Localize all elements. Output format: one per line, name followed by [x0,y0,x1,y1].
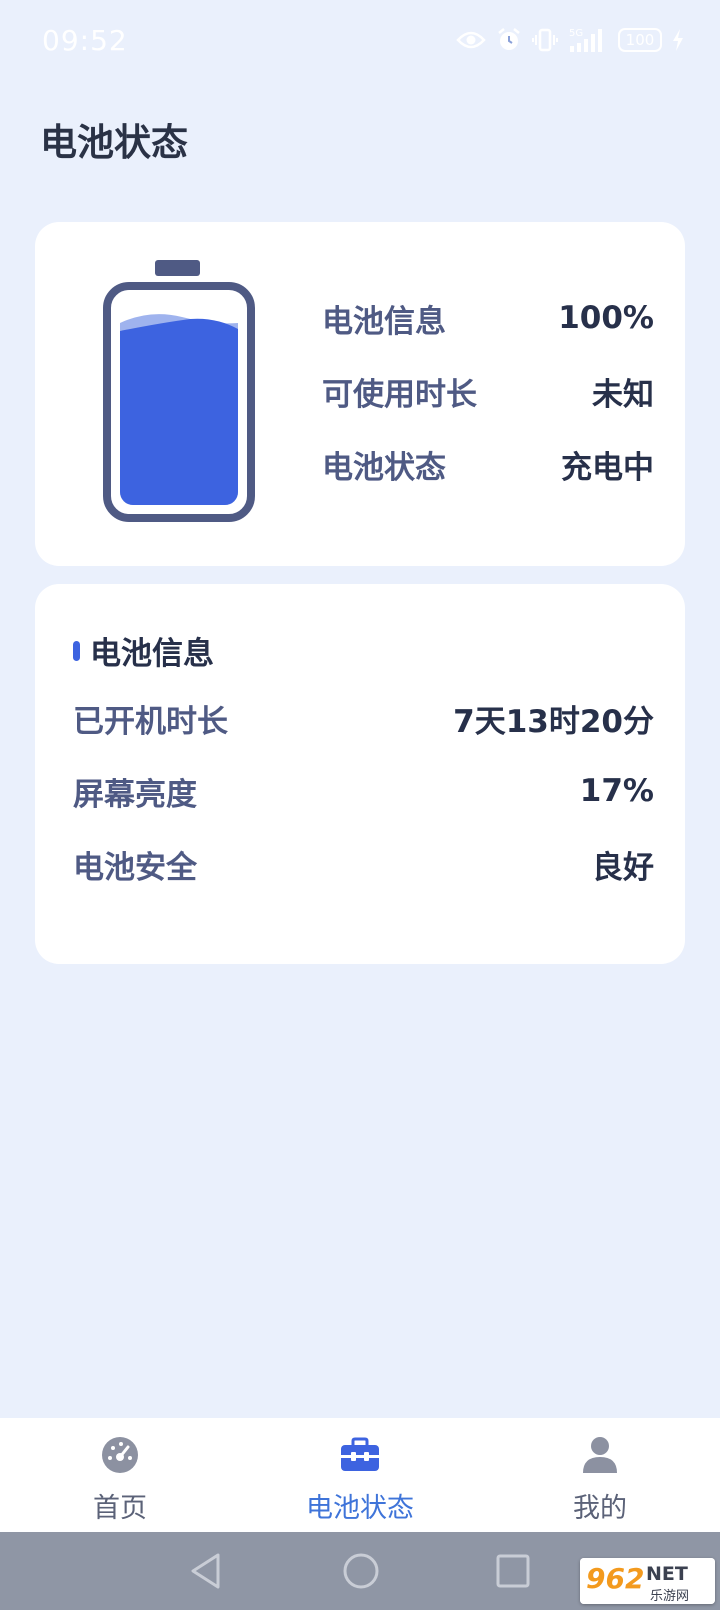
info-value: 17% [579,773,654,809]
overview-value: 100% [558,300,654,336]
signal-5g-icon: 5G [568,26,608,54]
bottom-nav: 首页 电池状态 我的 [0,1418,720,1532]
nav-item-battery-status[interactable]: 电池状态 [240,1418,480,1532]
battery-overview-card: 电池信息 100% 可使用时长 未知 电池状态 充电中 [35,222,685,566]
battery-icon: 100 [618,28,662,52]
charging-bolt-icon [672,29,684,51]
home-icon[interactable] [342,1552,380,1594]
overview-row-battery-info: 电池信息 100% [322,296,654,340]
watermark-brand: 962 [586,1562,644,1595]
user-icon [582,1434,618,1476]
info-row-battery-health: 电池安全 良好 [73,842,654,886]
nav-item-home[interactable]: 首页 [0,1418,240,1532]
info-row-uptime: 已开机时长 7天13时20分 [73,696,654,740]
battery-level-icon [103,260,255,526]
toolbox-icon [340,1434,380,1476]
nav-item-profile[interactable]: 我的 [480,1418,720,1532]
recents-icon[interactable] [495,1552,531,1594]
back-icon[interactable] [188,1552,224,1594]
watermark-subtitle: 乐游网 [650,1589,689,1604]
info-row-brightness: 屏幕亮度 17% [73,769,654,813]
status-icons: 5G 100 [456,26,684,54]
info-label: 已开机时长 [73,703,228,740]
battery-info-card: 电池信息 已开机时长 7天13时20分 屏幕亮度 17% 电池安全 良好 [35,584,685,964]
section-title-text: 电池信息 [90,636,214,672]
alarm-icon [496,27,522,53]
info-label: 屏幕亮度 [73,776,197,813]
nav-label: 我的 [573,1493,627,1524]
overview-label: 电池信息 [322,303,446,340]
info-value: 7天13时20分 [453,703,654,740]
watermark-suffix: NET [646,1563,688,1585]
nav-label: 首页 [93,1493,147,1524]
overview-row-usable-time: 可使用时长 未知 [322,369,654,413]
info-value: 良好 [592,849,654,886]
overview-label: 可使用时长 [322,376,477,413]
overview-value: 未知 [592,376,654,413]
eye-icon [456,30,486,50]
network-label: 5G [569,28,583,39]
overview-label: 电池状态 [322,449,446,486]
watermark-logo: 962 NET 乐游网 [580,1558,715,1604]
nav-label: 电池状态 [306,1493,414,1524]
page-title: 电池状态 [40,121,188,164]
dashboard-icon [101,1434,139,1476]
overview-value: 充电中 [561,449,654,486]
status-bar: 09:52 5G 100 [0,0,720,84]
overview-row-battery-status: 电池状态 充电中 [322,442,654,486]
section-title: 电池信息 [73,628,214,673]
info-label: 电池安全 [73,849,197,886]
status-time: 09:52 [42,24,128,57]
section-accent-bar [73,640,80,661]
vibrate-icon [532,27,558,53]
